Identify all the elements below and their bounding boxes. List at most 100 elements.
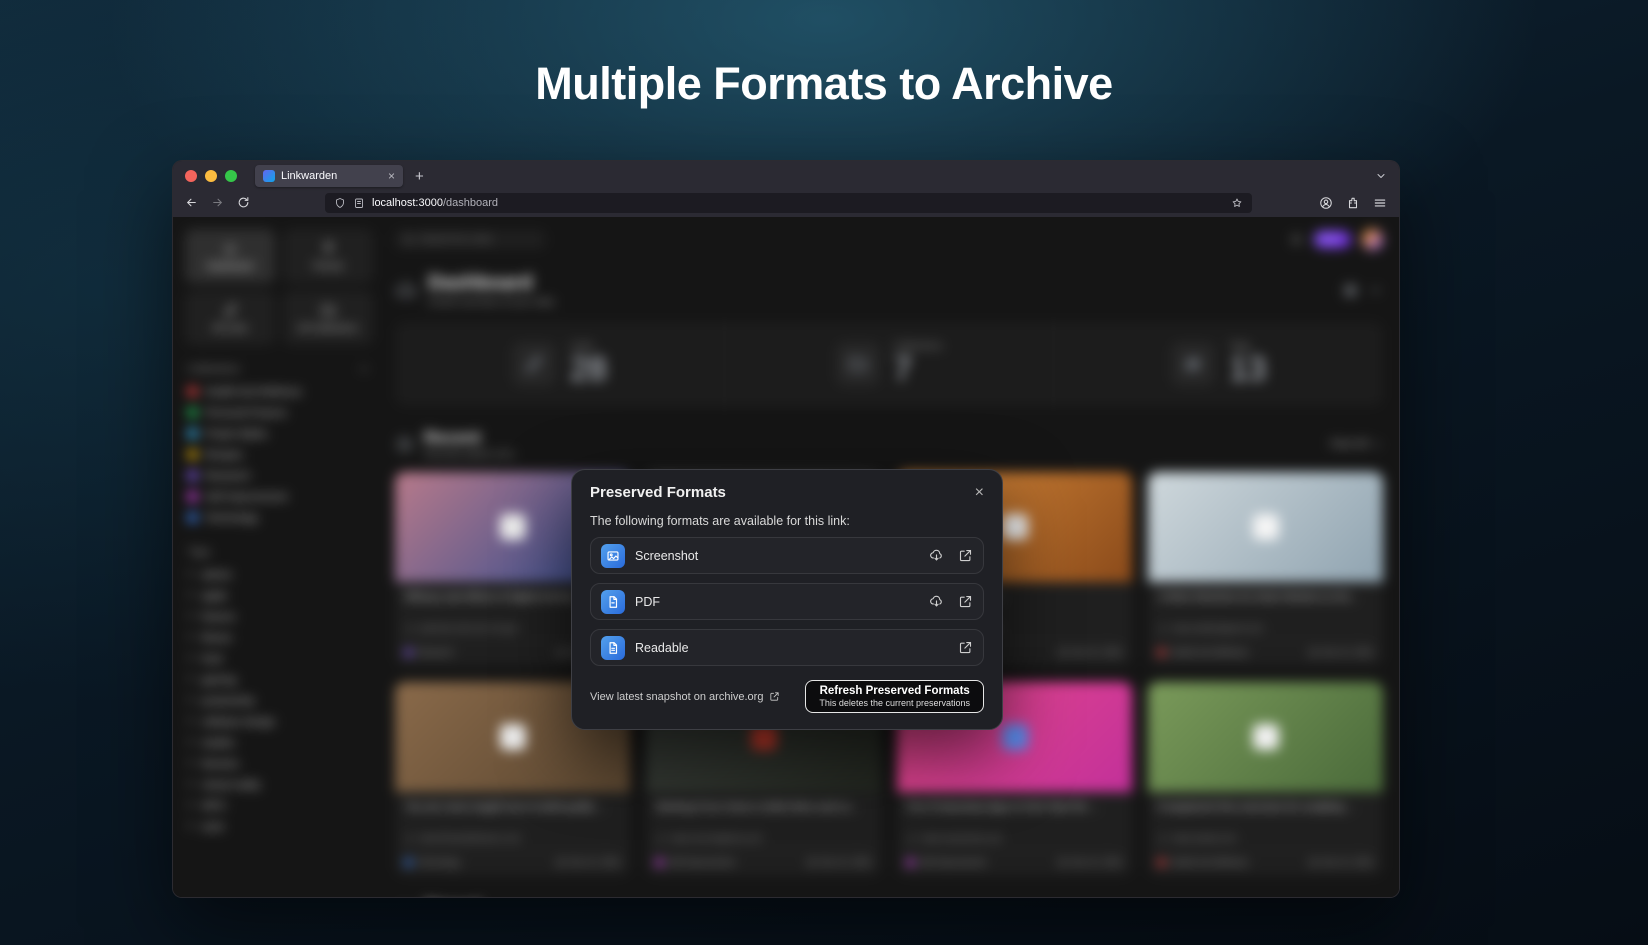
url-bar[interactable]: localhost:3000/dashboard xyxy=(325,193,1252,213)
tag-item[interactable]: # finance xyxy=(185,606,373,627)
hash-icon: # xyxy=(188,590,194,601)
page-title: Dashboard xyxy=(428,272,554,295)
tab-list-chevron-icon[interactable] xyxy=(1375,170,1387,182)
view-toggle-icon[interactable] xyxy=(1343,283,1358,298)
tracking-shield-icon[interactable] xyxy=(334,197,346,209)
extensions-icon[interactable] xyxy=(1346,196,1360,210)
sidebar-item-all-collections[interactable]: All Collections xyxy=(283,291,373,345)
new-link-button[interactable]: + xyxy=(1314,231,1351,248)
new-tab-button[interactable]: + xyxy=(415,169,424,184)
tag-label: studies xyxy=(202,737,235,749)
sidebar: Dashboard Pinned All Links All Coll xyxy=(173,217,383,898)
readable-file-icon xyxy=(601,636,625,660)
tag-item[interactable]: # WFH xyxy=(185,795,373,816)
collections-header[interactable]: Collections xyxy=(185,363,373,381)
tag-item[interactable]: # apple xyxy=(185,585,373,606)
collection-item[interactable]: Personal Finance xyxy=(185,402,373,423)
link-card-collection[interactable]: Health And Wellness xyxy=(1158,857,1248,867)
link-card-url[interactable]: www.macstories.net xyxy=(907,833,1122,843)
link-card-footer: Health And Wellness Dec 31, 2022 xyxy=(1158,640,1373,657)
tag-item[interactable]: # studies xyxy=(185,732,373,753)
external-link-icon[interactable] xyxy=(958,594,973,609)
view-all-label: View All xyxy=(1330,438,1368,450)
avatar[interactable] xyxy=(1362,229,1383,250)
traffic-light-minimize[interactable] xyxy=(205,170,217,182)
link-card[interactable]: 8 equipment free exercises for sculpting… xyxy=(1148,682,1383,876)
download-cloud-icon[interactable] xyxy=(929,594,944,609)
external-link-icon[interactable] xyxy=(958,640,973,655)
view-all-link[interactable]: View All xyxy=(1330,438,1383,450)
link-card-collection[interactable]: Health And Wellness xyxy=(1158,647,1248,657)
tag-item[interactable]: # virtual reality xyxy=(185,774,373,795)
link-card-url[interactable]: www.wellandgood.com xyxy=(1158,623,1373,633)
close-icon[interactable]: × xyxy=(975,485,984,501)
collection-item[interactable]: Research xyxy=(185,465,373,486)
link-card-image xyxy=(1148,472,1383,582)
back-button[interactable] xyxy=(185,196,198,209)
collection-item[interactable]: Recipes xyxy=(185,444,373,465)
format-actions xyxy=(958,640,973,655)
link-card-url[interactable]: www.sweat.com xyxy=(1158,833,1373,843)
link-card-collection[interactable]: Technology xyxy=(405,857,460,867)
refresh-preserved-formats-button[interactable]: Refresh Preserved Formats This deletes t… xyxy=(805,680,984,713)
bookmark-star-icon[interactable] xyxy=(1231,197,1243,209)
link-card-collection[interactable]: Self Improvement xyxy=(656,857,735,867)
tag-item[interactable]: # software design xyxy=(185,711,373,732)
tag-item[interactable]: # productivity xyxy=(185,690,373,711)
tab-close-icon[interactable]: × xyxy=(388,170,395,182)
sidebar-item-all-links[interactable]: All Links xyxy=(185,291,275,345)
tag-item[interactable]: # food xyxy=(185,648,373,669)
link-card-collection[interactable]: Research xyxy=(405,647,453,657)
stat-value: 13 xyxy=(1229,352,1266,387)
link-card-url[interactable]: www.morningbrew.com xyxy=(656,833,871,843)
date-label: Dec 31, 2022 xyxy=(820,857,871,867)
browser-tab-linkwarden[interactable]: Linkwarden × xyxy=(255,165,403,187)
account-icon[interactable] xyxy=(1319,196,1333,210)
sidebar-item-pinned[interactable]: Pinned xyxy=(283,229,373,283)
archive-org-link[interactable]: View latest snapshot on archive.org xyxy=(590,691,780,703)
calendar-icon xyxy=(1058,858,1067,867)
menu-icon[interactable] xyxy=(1373,196,1387,210)
traffic-light-close[interactable] xyxy=(185,170,197,182)
hash-icon: # xyxy=(188,569,194,580)
tag-item[interactable]: # fitness xyxy=(185,627,373,648)
reload-button[interactable] xyxy=(237,196,250,209)
tag-item[interactable]: # advice xyxy=(185,564,373,585)
sidebar-item-dashboard[interactable]: Dashboard xyxy=(185,229,275,283)
theme-toggle-icon[interactable] xyxy=(1290,233,1303,246)
link-card-footer: Self Improvement Dec 31, 2022 xyxy=(907,850,1122,867)
tag-item[interactable]: # theories xyxy=(185,753,373,774)
link-card-date: Dec 31, 2022 xyxy=(1309,647,1373,657)
link-card[interactable]: 3 Wrist Stretches for Desk Workers to Do… xyxy=(1148,472,1383,666)
tags-header[interactable]: Tags xyxy=(185,546,373,564)
forward-button[interactable] xyxy=(211,196,224,209)
link-card-url[interactable]: www.florianbellmann.com xyxy=(405,833,620,843)
external-link-icon[interactable] xyxy=(958,548,973,563)
link-card-date: Dec 31, 2022 xyxy=(1309,857,1373,867)
tag-item[interactable]: # work xyxy=(185,816,373,837)
collection-item[interactable]: Health And Wellness xyxy=(185,381,373,402)
search-field[interactable] xyxy=(420,234,530,245)
page-info-icon[interactable] xyxy=(353,197,365,209)
collection-item[interactable]: Technology xyxy=(185,507,373,528)
link-card-favicon-chip xyxy=(1253,724,1279,750)
download-cloud-icon[interactable] xyxy=(929,548,944,563)
traffic-light-zoom[interactable] xyxy=(225,170,237,182)
collection-item[interactable]: Self Improvement xyxy=(185,486,373,507)
sidebar-item-label: All Collections xyxy=(298,323,358,334)
recent-section-header: Recent Recently added Links View All xyxy=(395,428,1383,460)
calendar-icon xyxy=(556,648,565,657)
folder-icon xyxy=(836,342,880,386)
collection-item[interactable]: Project Alpha xyxy=(185,423,373,444)
link-card-collection[interactable]: Self Improvement xyxy=(907,857,986,867)
calendar-icon xyxy=(1309,858,1318,867)
expand-icon[interactable] xyxy=(1368,283,1383,298)
tag-item[interactable]: # gaming xyxy=(185,669,373,690)
link-card-date: Dec 31, 2022 xyxy=(807,857,871,867)
collection-name: Health And Wellness xyxy=(1170,647,1248,657)
search-input[interactable] xyxy=(395,230,545,249)
refresh-button-subtitle: This deletes the current preservations xyxy=(819,698,970,708)
link-card-body: Five Productivity Apps to Kick Start the… xyxy=(897,792,1132,876)
collection-color-dot xyxy=(656,859,663,866)
dashboard-header-actions xyxy=(1343,283,1383,298)
